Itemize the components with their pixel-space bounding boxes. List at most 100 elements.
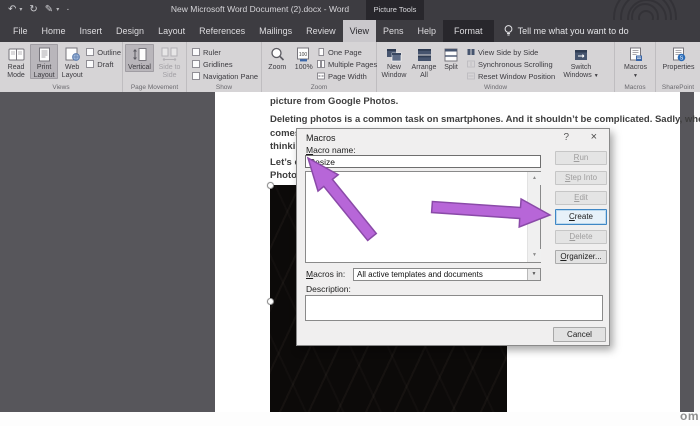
pen-icon[interactable]: ✎ bbox=[45, 3, 53, 17]
customize-qat-icon[interactable]: · bbox=[66, 3, 69, 17]
tab-insert[interactable]: Insert bbox=[73, 20, 110, 42]
gridlines-checkbox[interactable]: Gridlines bbox=[192, 60, 260, 69]
zoom-100-button[interactable]: 100 100% bbox=[291, 44, 318, 72]
tab-view[interactable]: View bbox=[343, 20, 376, 42]
one-page-icon bbox=[317, 48, 325, 56]
lightbulb-icon bbox=[504, 25, 513, 37]
ribbon: Read Mode Print Layout Web Layout Outlin… bbox=[0, 42, 700, 92]
undo-icon[interactable]: ↶ bbox=[8, 3, 16, 17]
print-layout-icon bbox=[38, 46, 51, 63]
side-to-side-button[interactable]: Side to Side bbox=[154, 44, 185, 79]
run-button[interactable]: Run bbox=[555, 151, 607, 165]
group-window: New Window Arrange All Split View Side b… bbox=[377, 42, 615, 92]
step-into-button[interactable]: Step Into bbox=[555, 171, 607, 185]
resize-handle-top-left[interactable] bbox=[267, 182, 274, 189]
zoom-group-label: Zoom bbox=[262, 84, 376, 91]
new-window-button[interactable]: New Window bbox=[379, 44, 409, 79]
synchronous-scrolling-button[interactable]: Synchronous Scrolling bbox=[467, 60, 559, 69]
ribbon-tab-bar: File Home Insert Design Layout Reference… bbox=[0, 20, 700, 42]
edit-button[interactable]: Edit bbox=[555, 191, 607, 205]
chevron-down-icon[interactable]: ▾ bbox=[19, 3, 22, 17]
chevron-down-icon[interactable]: ▼ bbox=[527, 269, 540, 280]
reset-window-position-icon bbox=[467, 72, 475, 80]
tab-review[interactable]: Review bbox=[299, 20, 343, 42]
watermark-text: om bbox=[680, 409, 699, 423]
switch-windows-icon bbox=[573, 46, 589, 63]
macro-name-input[interactable] bbox=[305, 155, 541, 168]
picture-tools-header: Picture Tools bbox=[366, 0, 424, 20]
zoom-button[interactable]: Zoom bbox=[264, 44, 291, 72]
group-show: Ruler Gridlines Navigation Pane Show bbox=[187, 42, 262, 92]
reset-window-position-label: Reset Window Position bbox=[478, 72, 555, 81]
close-icon[interactable]: × bbox=[591, 131, 597, 143]
tab-help[interactable]: Help bbox=[411, 20, 444, 42]
gridlines-label: Gridlines bbox=[203, 60, 233, 69]
navigation-pane-checkbox[interactable]: Navigation Pane bbox=[192, 72, 260, 81]
scroll-down-icon[interactable]: ▼ bbox=[528, 249, 541, 262]
properties-icon: S bbox=[672, 46, 686, 63]
scroll-up-icon[interactable]: ▲ bbox=[528, 172, 541, 185]
tab-layout[interactable]: Layout bbox=[151, 20, 192, 42]
macros-button[interactable]: Macros ▼ bbox=[617, 44, 654, 80]
tellme-box[interactable]: Tell me what you want to do bbox=[504, 20, 629, 42]
help-icon[interactable]: ? bbox=[563, 132, 569, 143]
multiple-pages-button[interactable]: Multiple Pages bbox=[317, 60, 375, 69]
tab-pens[interactable]: Pens bbox=[376, 20, 411, 42]
chevron-down-icon: ▼ bbox=[633, 73, 638, 79]
organizer-button[interactable]: Organizer... bbox=[555, 250, 607, 264]
title-bar: ↶▾ ↻ ✎▾ · New Microsoft Word Document (2… bbox=[0, 0, 700, 20]
outline-button[interactable]: Outline bbox=[86, 48, 121, 57]
cancel-button[interactable]: Cancel bbox=[553, 327, 606, 342]
switch-windows-button[interactable]: Switch Windows ▼ bbox=[559, 44, 603, 80]
split-button[interactable]: Split bbox=[439, 44, 463, 72]
bottom-strip bbox=[0, 412, 700, 426]
reset-window-position-button[interactable]: Reset Window Position bbox=[467, 72, 559, 81]
draft-button[interactable]: Draft bbox=[86, 60, 121, 69]
read-mode-icon bbox=[8, 46, 25, 63]
quick-access-toolbar: ↶▾ ↻ ✎▾ · bbox=[8, 3, 70, 17]
arrange-all-button[interactable]: Arrange All bbox=[409, 44, 439, 79]
svg-text:S: S bbox=[679, 56, 683, 62]
tab-design[interactable]: Design bbox=[109, 20, 151, 42]
view-side-by-side-label: View Side by Side bbox=[478, 48, 538, 57]
outline-label: Outline bbox=[97, 48, 121, 57]
group-zoom: Zoom 100 100% One Page Multiple Pages Pa… bbox=[262, 42, 377, 92]
tab-format[interactable]: Format bbox=[443, 20, 494, 42]
tellme-label: Tell me what you want to do bbox=[518, 26, 629, 36]
draft-icon bbox=[86, 60, 94, 68]
macro-list[interactable]: ▲ ▼ bbox=[305, 171, 541, 263]
web-layout-label: Web Layout bbox=[59, 64, 85, 79]
tab-references[interactable]: References bbox=[192, 20, 252, 42]
tab-mailings[interactable]: Mailings bbox=[252, 20, 299, 42]
one-page-button[interactable]: One Page bbox=[317, 48, 375, 57]
resize-handle-mid-left[interactable] bbox=[267, 298, 274, 305]
description-box[interactable] bbox=[305, 295, 603, 321]
repeat-icon[interactable]: ↻ bbox=[29, 3, 37, 17]
group-views: Read Mode Print Layout Web Layout Outlin… bbox=[0, 42, 123, 92]
vertical-button[interactable]: Vertical bbox=[125, 44, 154, 72]
description-label: Description: bbox=[306, 284, 351, 294]
navigation-pane-icon bbox=[192, 72, 200, 80]
view-side-by-side-button[interactable]: View Side by Side bbox=[467, 48, 559, 57]
read-mode-button[interactable]: Read Mode bbox=[2, 44, 30, 79]
chevron-down-icon[interactable]: ▾ bbox=[56, 3, 59, 17]
document-text: picture from Google Photos. bbox=[270, 96, 398, 107]
macros-group-label: Macros bbox=[615, 84, 655, 91]
web-layout-button[interactable]: Web Layout bbox=[58, 44, 86, 79]
create-button[interactable]: Create bbox=[555, 209, 607, 225]
word-window: ↶▾ ↻ ✎▾ · New Microsoft Word Document (2… bbox=[0, 0, 700, 426]
delete-button[interactable]: Delete bbox=[555, 230, 607, 244]
print-layout-button[interactable]: Print Layout bbox=[30, 44, 58, 79]
synchronous-scrolling-label: Synchronous Scrolling bbox=[478, 60, 553, 69]
macro-list-scrollbar[interactable]: ▲ ▼ bbox=[527, 172, 540, 262]
side-to-side-label: Side to Side bbox=[155, 64, 184, 79]
page-width-button[interactable]: Page Width bbox=[317, 72, 375, 81]
macros-label: Macros bbox=[624, 64, 647, 71]
macros-in-select[interactable]: All active templates and documents ▼ bbox=[353, 268, 541, 281]
synchronous-scrolling-icon bbox=[467, 60, 475, 68]
properties-button[interactable]: S Properties bbox=[658, 44, 699, 72]
tab-file[interactable]: File bbox=[6, 20, 35, 42]
tab-home[interactable]: Home bbox=[35, 20, 73, 42]
ruler-checkbox[interactable]: Ruler bbox=[192, 48, 260, 57]
group-sharepoint: S Properties SharePoint bbox=[656, 42, 700, 92]
